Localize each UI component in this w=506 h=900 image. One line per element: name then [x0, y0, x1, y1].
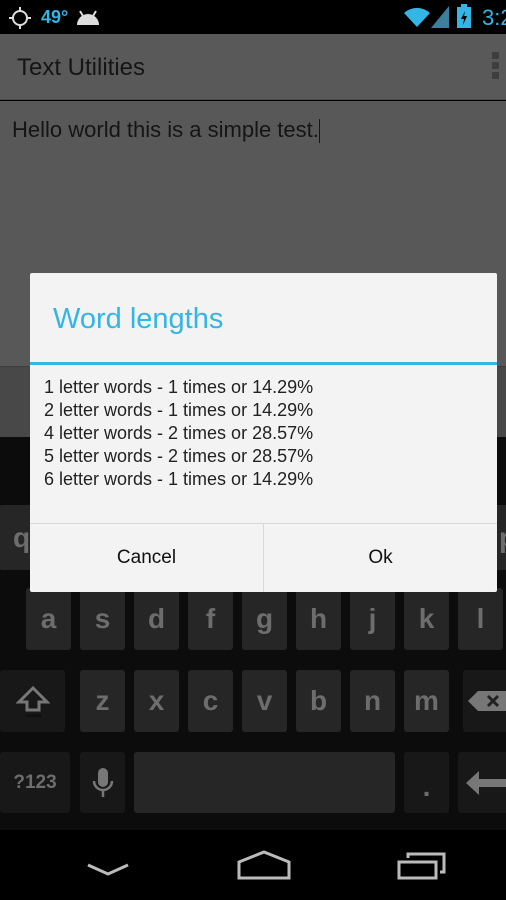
result-line: 4 letter words - 2 times or 28.57%: [44, 423, 314, 443]
key-n[interactable]: n: [350, 670, 395, 732]
backspace-icon: [468, 691, 506, 711]
dialog-title: Word lengths: [53, 303, 224, 335]
battery-charging-icon: [457, 4, 471, 28]
enter-arrow-icon: [465, 770, 506, 795]
text-input-value: Hello world this is a simple test.: [12, 117, 319, 142]
shift-icon: [15, 685, 50, 717]
word-lengths-dialog: Word lengths 1 letter words - 1 times or…: [30, 273, 497, 592]
key-c[interactable]: c: [188, 670, 233, 732]
key-f[interactable]: f: [188, 588, 233, 650]
back-icon[interactable]: [86, 862, 130, 878]
recent-apps-icon[interactable]: [397, 852, 449, 880]
delete-key[interactable]: [463, 670, 506, 732]
key-m[interactable]: m: [404, 670, 449, 732]
key-l[interactable]: l: [458, 588, 503, 650]
key-a[interactable]: a: [26, 588, 71, 650]
key-h[interactable]: h: [296, 588, 341, 650]
overflow-menu-icon[interactable]: [492, 52, 500, 82]
symbols-key[interactable]: ?123: [0, 752, 70, 813]
shift-key[interactable]: [0, 670, 65, 732]
key-s[interactable]: s: [80, 588, 125, 650]
key-x[interactable]: x: [134, 670, 179, 732]
space-key[interactable]: [134, 752, 395, 813]
key-k[interactable]: k: [404, 588, 449, 650]
key-j[interactable]: j: [350, 588, 395, 650]
key-v[interactable]: v: [242, 670, 287, 732]
result-line: 1 letter words - 1 times or 14.29%: [44, 377, 314, 397]
key-d[interactable]: d: [134, 588, 179, 650]
wifi-icon: [404, 7, 430, 28]
signal-icon: [431, 6, 449, 28]
microphone-icon: [92, 767, 113, 797]
cancel-button[interactable]: Cancel: [30, 524, 263, 592]
dialog-buttons: Cancel Ok: [30, 523, 497, 592]
navigation-bar: [0, 830, 506, 900]
home-icon[interactable]: [237, 850, 291, 880]
action-bar: Text Utilities: [0, 34, 506, 100]
voice-input-key[interactable]: [80, 752, 125, 813]
app-title: Text Utilities: [17, 54, 146, 81]
enter-key[interactable]: [458, 752, 506, 813]
ok-button[interactable]: Ok: [263, 524, 497, 592]
result-line: 5 letter words - 2 times or 28.57%: [44, 446, 314, 466]
clock: 3:2: [482, 5, 506, 30]
dialog-title-divider: [30, 362, 497, 365]
text-cursor: [318, 119, 320, 144]
key-b[interactable]: b: [296, 670, 341, 732]
period-key[interactable]: .: [404, 752, 449, 813]
gps-icon: [9, 7, 31, 29]
dialog-message: 1 letter words - 1 times or 14.29% 2 let…: [44, 376, 313, 491]
android-icon: [77, 10, 99, 25]
text-input[interactable]: Hello world this is a simple test.: [12, 117, 320, 144]
result-line: 6 letter words - 1 times or 14.29%: [44, 469, 314, 489]
result-line: 2 letter words - 1 times or 14.29%: [44, 400, 314, 420]
key-g[interactable]: g: [242, 588, 287, 650]
status-bar: 49° 3:2: [0, 0, 506, 34]
key-z[interactable]: z: [80, 670, 125, 732]
temperature: 49°: [41, 7, 69, 27]
